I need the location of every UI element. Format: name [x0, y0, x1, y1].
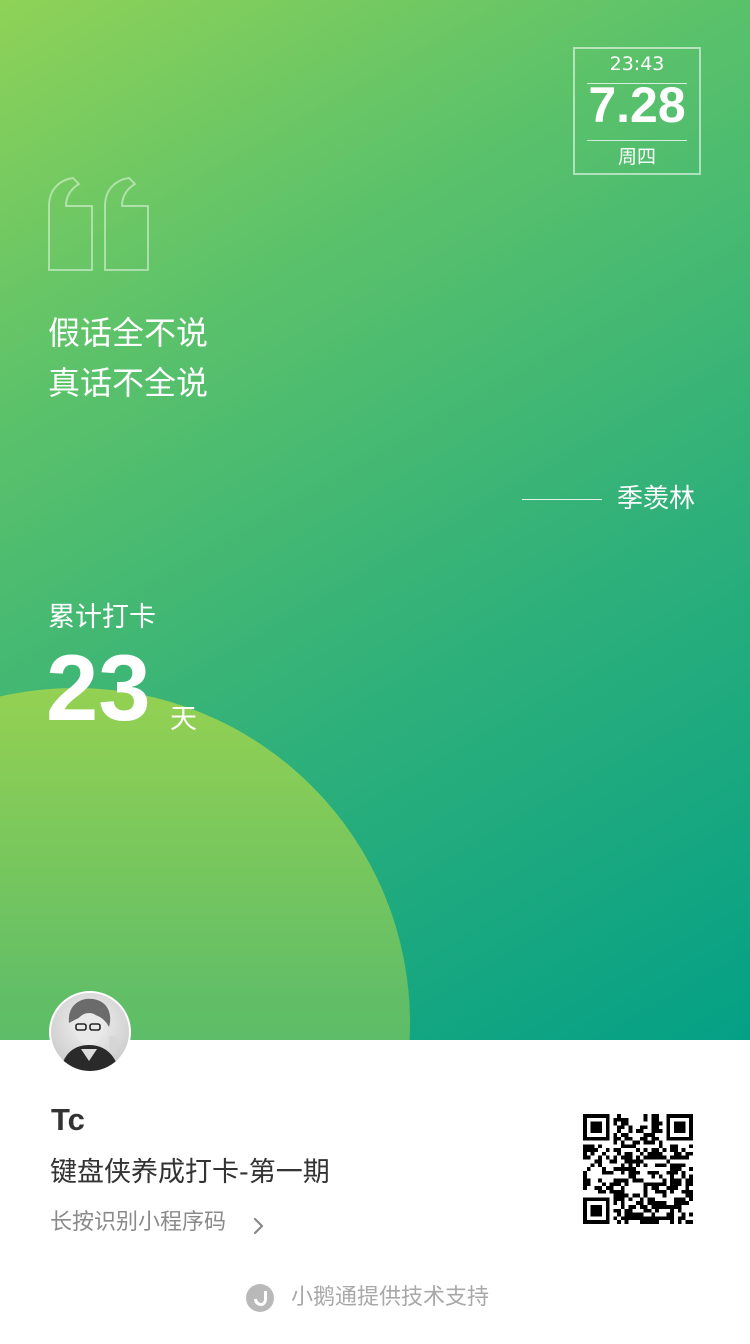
footer-text: 小鹅通提供技术支持 [291, 1285, 490, 1310]
checkin-unit: 天 [170, 704, 197, 735]
quote-line: 真话不全说 [48, 364, 209, 402]
checkin-count: 23 [46, 635, 151, 740]
checkin-label: 累计打卡 [48, 602, 156, 633]
weekday-text: 周四 [617, 146, 656, 168]
author-divider [522, 499, 602, 500]
program-title: 键盘侠养成打卡-第一期 [50, 1157, 330, 1188]
share-card: 23:43 7.28 周四 假话全不说 真话不全说 季羡林 累计打卡 23 天 [0, 0, 750, 1040]
quote-mark-icon [48, 176, 149, 271]
qr-hint: 长按识别小程序码 [50, 1210, 227, 1235]
decorative-circle [0, 688, 410, 1040]
footer: 小鹅通提供技术支持 [246, 1283, 489, 1313]
avatar [49, 991, 131, 1073]
xiaoetong-logo-icon [246, 1284, 274, 1312]
user-name: Tc [51, 1102, 85, 1137]
date-text: 7.28 [588, 77, 686, 133]
avatar-image [51, 993, 129, 1071]
quote-line: 假话全不说 [48, 314, 209, 352]
time-text: 23:43 [609, 53, 665, 75]
chevron-right-icon [253, 1217, 264, 1235]
qr-code[interactable] [583, 1114, 693, 1224]
divider [587, 140, 687, 141]
quote-author: 季羡林 [617, 484, 696, 514]
date-box: 23:43 7.28 周四 [573, 47, 701, 175]
